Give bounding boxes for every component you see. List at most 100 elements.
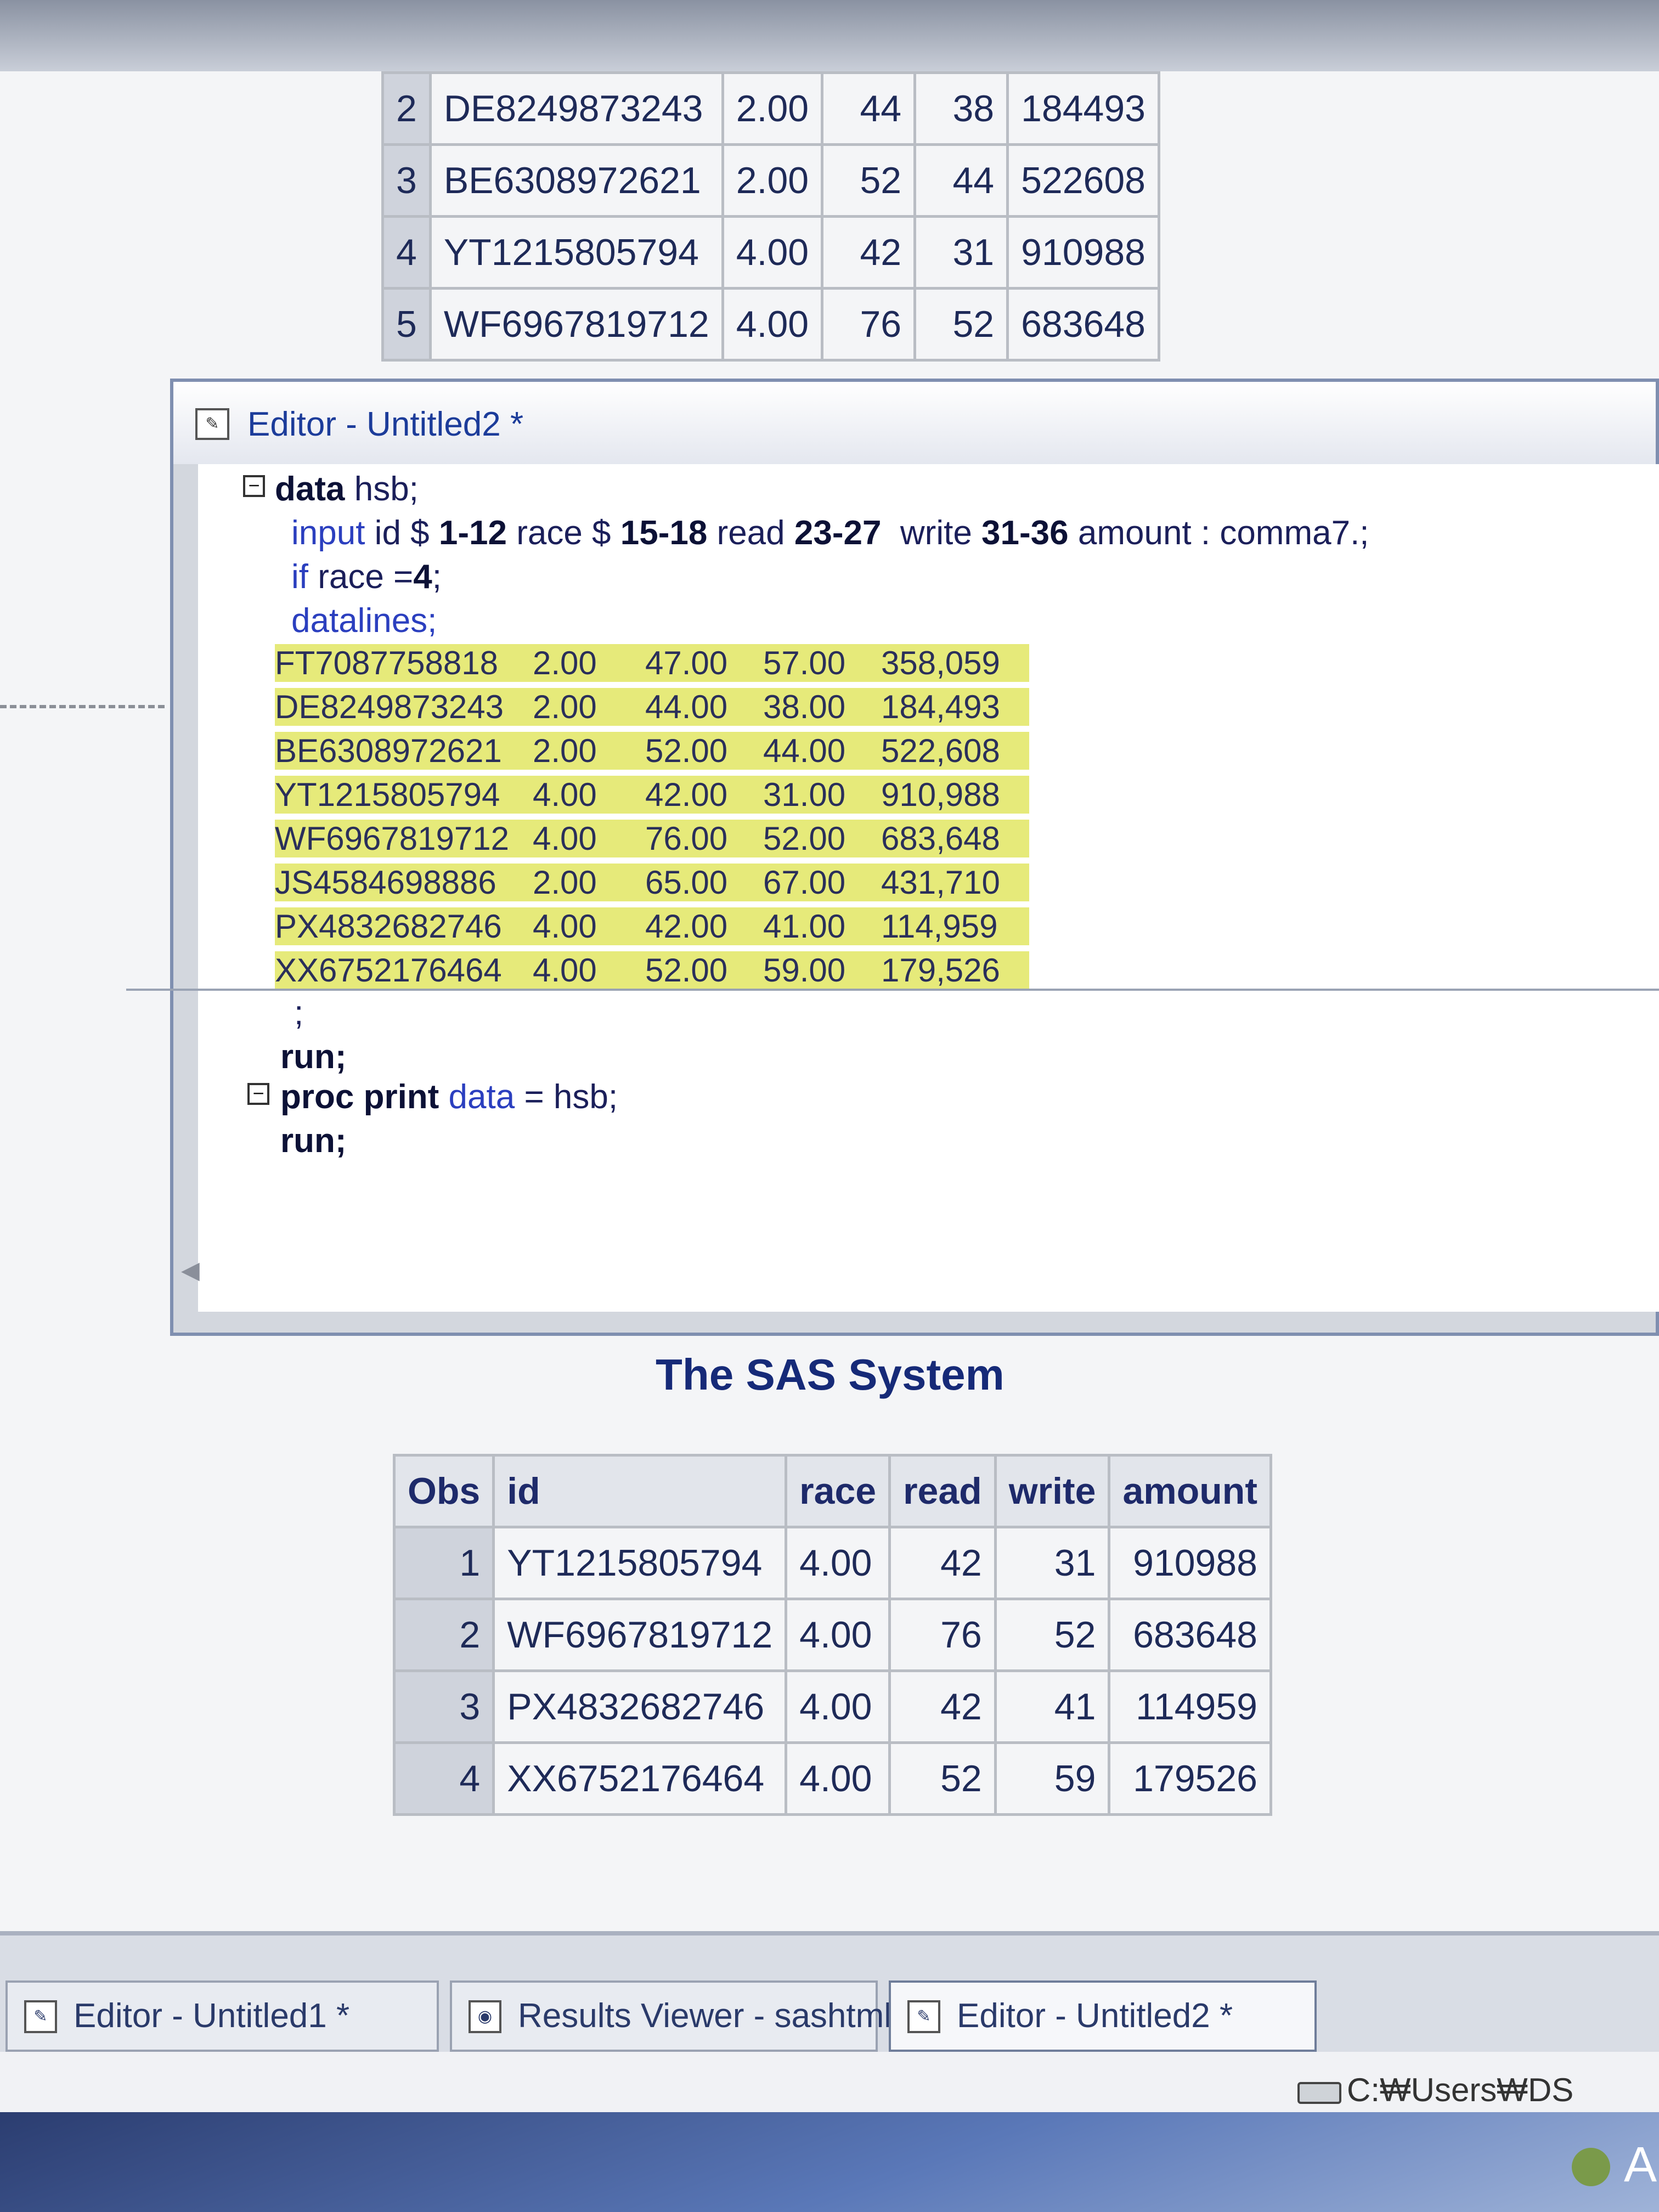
taskbar-item-editor-untitled1[interactable]: ✎ Editor - Untitled1 * [5, 1980, 439, 2052]
race-cell: 4.00 [785, 1669, 891, 1744]
race-cell: 2.00 [721, 71, 824, 146]
dataline-write: 57.00 [763, 645, 846, 681]
race-cell: 4.00 [721, 215, 824, 290]
id-cell: YT1215805794 [492, 1526, 788, 1600]
id-cell: WF6967819712 [428, 287, 724, 362]
dataline-row: XX6752176464 4.00 52.00 59.00 179,526 [275, 951, 1029, 989]
editor-titlebar[interactable]: ✎ Editor - Untitled2 * [173, 382, 1656, 464]
dataline-row: WF6967819712 4.00 76.00 52.00 683,648 [275, 820, 1029, 857]
dataline-id: XX6752176464 [275, 952, 502, 989]
read-cell: 76 [888, 1598, 997, 1672]
tray-icon[interactable] [1572, 2148, 1610, 2186]
obs-cell: 1 [392, 1526, 495, 1600]
code-text: write [881, 514, 982, 552]
dataline-race: 4.00 [533, 952, 597, 989]
code-text: hsb; [345, 470, 419, 508]
amount-cell: 683648 [1006, 287, 1161, 362]
write-cell: 44 [913, 143, 1009, 218]
dashed-divider [0, 705, 165, 712]
amount-cell: 910988 [1108, 1526, 1272, 1600]
amount-cell: 184493 [1006, 71, 1161, 146]
dataline-id: WF6967819712 [275, 820, 509, 857]
dataline-row: FT7087758818 2.00 47.00 57.00 358,059 [275, 644, 1029, 682]
previous-results-table: 2 DE8249873243 2.00 44 38 184493 3 BE630… [381, 71, 1161, 362]
obs-cell: 4 [381, 215, 432, 290]
table-row: 4 XX6752176464 4.00 52 59 179526 [392, 1741, 1272, 1816]
editor-icon: ✎ [907, 2000, 940, 2033]
output-table: Obs id race read write amount 1 YT121580… [392, 1454, 1272, 1816]
table-row: 3 BE6308972621 2.00 52 44 522608 [381, 143, 1161, 218]
dataline-race: 4.00 [533, 776, 597, 813]
code-range: 15-18 [620, 514, 708, 552]
dataline-row: PX4832682746 4.00 42.00 41.00 114,959 [275, 907, 1029, 945]
dataline-id: FT7087758818 [275, 645, 498, 681]
column-header-obs: Obs [392, 1454, 495, 1528]
output-title: The SAS System [656, 1350, 1005, 1399]
dataline-read: 42.00 [645, 908, 728, 945]
divider-line [126, 989, 1659, 991]
code-line-datalines: datalines; [291, 602, 437, 640]
dataline-amount: 522,608 [881, 732, 1000, 769]
read-cell: 44 [821, 71, 917, 146]
scroll-left-icon[interactable]: ◀ [181, 1256, 200, 1284]
column-header-race: race [785, 1454, 891, 1528]
dataline-race: 2.00 [533, 689, 597, 725]
amount-cell: 683648 [1108, 1598, 1272, 1672]
column-header-read: read [888, 1454, 997, 1528]
race-cell: 4.00 [721, 287, 824, 362]
dataline-amount: 683,648 [881, 820, 1000, 857]
code-line-if: if race =4; [291, 557, 442, 596]
amount-cell: 179526 [1108, 1741, 1272, 1816]
read-cell: 42 [888, 1669, 997, 1744]
dataline-id: YT1215805794 [275, 776, 500, 813]
code-line-input: input id $ 1-12 race $ 15-18 read 23-27 … [291, 514, 1369, 552]
current-directory[interactable]: C:₩Users₩DS [1347, 2071, 1573, 2109]
dataline-amount: 910,988 [881, 776, 1000, 813]
obs-cell: 4 [392, 1741, 495, 1816]
id-cell: XX6752176464 [492, 1741, 788, 1816]
dataline-race: 2.00 [533, 732, 597, 769]
dataline-write: 38.00 [763, 689, 846, 725]
dataline-race: 2.00 [533, 645, 597, 681]
obs-cell: 2 [392, 1598, 495, 1672]
code-range: 23-27 [794, 514, 882, 552]
collapse-icon[interactable]: − [247, 1083, 269, 1105]
taskbar-item-results-viewer[interactable]: ◉ Results Viewer - sashtml [450, 1980, 891, 2052]
write-cell: 52 [913, 287, 1009, 362]
keyword-data: data [275, 470, 345, 508]
dataline-amount: 114,959 [881, 908, 998, 945]
dataline-read: 52.00 [645, 732, 728, 769]
write-cell: 31 [913, 215, 1009, 290]
dataline-amount: 358,059 [881, 645, 1000, 681]
keyword-data-option: data [439, 1078, 515, 1116]
code-text: read [707, 514, 794, 552]
editor-title: Editor - Untitled2 * [247, 405, 524, 443]
dataline-write: 31.00 [763, 776, 846, 813]
race-cell: 4.00 [785, 1598, 891, 1672]
code-text: race = [308, 558, 414, 596]
dataline-read: 44.00 [645, 689, 728, 725]
obs-cell: 2 [381, 71, 432, 146]
code-text: id $ [365, 514, 439, 552]
table-row: 1 YT1215805794 4.00 42 31 910988 [392, 1526, 1272, 1600]
taskbar-item-editor-untitled2[interactable]: ✎ Editor - Untitled2 * [889, 1980, 1317, 2052]
id-cell: DE8249873243 [428, 71, 724, 146]
dataline-race: 4.00 [533, 820, 597, 857]
dataline-id: PX4832682746 [275, 908, 502, 945]
race-cell: 4.00 [785, 1526, 891, 1600]
dataline-row: DE8249873243 2.00 44.00 38.00 184,493 [275, 688, 1029, 726]
code-line-proc: proc print data = hsb; [280, 1077, 618, 1116]
code-text: ; [432, 558, 442, 596]
code-editor[interactable]: − data hsb; input id $ 1-12 race $ 15-18… [198, 464, 1659, 1312]
table-row: 2 DE8249873243 2.00 44 38 184493 [381, 71, 1161, 146]
amount-cell: 114959 [1108, 1669, 1272, 1744]
keyword-input: input [291, 514, 365, 552]
taskbar-item-label: Editor - Untitled2 * [957, 1997, 1233, 2035]
dataline-amount: 431,710 [881, 864, 1000, 901]
editor-window[interactable]: ✎ Editor - Untitled2 * − data hsb; input… [170, 379, 1659, 1336]
dataline-row: YT1215805794 4.00 42.00 31.00 910,988 [275, 776, 1029, 814]
collapse-icon[interactable]: − [243, 475, 265, 497]
column-header-amount: amount [1108, 1454, 1272, 1528]
write-cell: 59 [994, 1741, 1111, 1816]
dataline-write: 67.00 [763, 864, 846, 901]
